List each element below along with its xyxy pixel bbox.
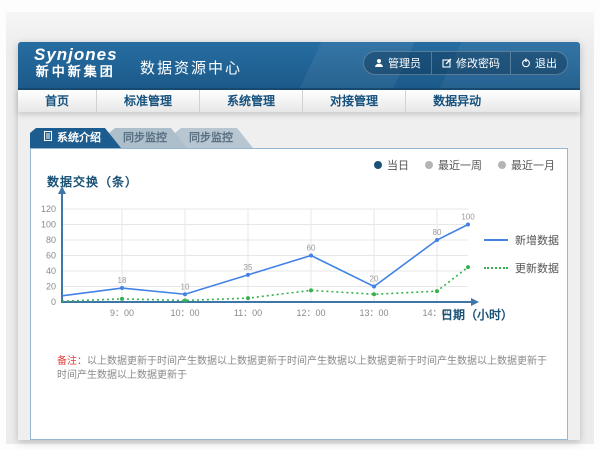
tab-bar: 系统介绍 同步监控 同步监控 <box>30 128 241 148</box>
radio-dot-icon <box>374 161 382 169</box>
dotted-line-icon <box>484 267 508 269</box>
user-menu-change-password[interactable]: 修改密码 <box>431 52 510 74</box>
legend-updated-data[interactable]: 更新数据 <box>484 260 559 276</box>
tab-system-intro-label: 系统介绍 <box>57 128 101 148</box>
radio-today-label: 当日 <box>387 157 409 173</box>
svg-text:10: 10 <box>181 282 190 291</box>
user-menu-admin[interactable]: 管理员 <box>364 52 431 74</box>
chart-legend: 新增数据 更新数据 <box>484 232 559 276</box>
svg-text:10：00: 10：00 <box>170 308 199 318</box>
radio-today[interactable]: 当日 <box>374 157 409 173</box>
logout-icon <box>521 58 531 68</box>
svg-text:12：00: 12：00 <box>296 308 325 318</box>
nav-item-standard-mgmt[interactable]: 标准管理 <box>97 90 200 112</box>
screenshot-stage: Synjones 新中新集团 数据资源中心 管理员 修改密码 <box>0 0 600 450</box>
page-title: 数据资源中心 <box>140 57 242 78</box>
tab-sync-monitor-1-label: 同步监控 <box>123 128 167 148</box>
main-nav: 首页 标准管理 系统管理 对接管理 数据异动 <box>18 88 580 112</box>
svg-text:20: 20 <box>370 275 379 284</box>
radio-last-month-label: 最近一月 <box>511 157 555 173</box>
footnote-text: 以上数据更新于时间产生数据以上数据更新于时间产生数据以上数据更新于时间产生数据以… <box>57 356 547 381</box>
radio-dot-icon <box>498 161 506 169</box>
svg-text:60: 60 <box>307 244 316 253</box>
svg-text:120: 120 <box>41 204 56 214</box>
svg-text:20: 20 <box>46 282 56 292</box>
radio-last-week[interactable]: 最近一周 <box>425 157 482 173</box>
svg-text:40: 40 <box>46 266 56 276</box>
legend-updated-data-label: 更新数据 <box>515 260 559 276</box>
nav-item-home[interactable]: 首页 <box>18 90 97 112</box>
tab-sync-monitor-1[interactable]: 同步监控 <box>109 128 187 148</box>
svg-text:35: 35 <box>244 263 253 272</box>
app-header: Synjones 新中新集团 数据资源中心 管理员 修改密码 <box>18 42 580 88</box>
user-menu-logout-label: 退出 <box>535 55 557 71</box>
svg-text:11：00: 11：00 <box>234 308 262 318</box>
content-panel: 当日 最近一周 最近一月 数据交换（条） 9：0010：0011：0012：00… <box>30 148 568 440</box>
svg-text:9：00: 9：00 <box>110 308 134 318</box>
line-chart: 9：0010：0011：0012：0013：0014：0002040608010… <box>32 185 492 325</box>
radio-dot-icon <box>425 161 433 169</box>
nav-item-system-mgmt[interactable]: 系统管理 <box>200 90 303 112</box>
svg-text:100: 100 <box>41 220 56 230</box>
app-window: Synjones 新中新集团 数据资源中心 管理员 修改密码 <box>18 42 580 440</box>
radio-last-week-label: 最近一周 <box>438 157 482 173</box>
company-logo: Synjones 新中新集团 <box>34 46 118 79</box>
user-menu-change-password-label: 修改密码 <box>456 55 500 71</box>
time-range-filter: 当日 最近一周 最近一月 <box>374 157 555 173</box>
user-menu: 管理员 修改密码 退出 <box>363 51 568 75</box>
tab-sync-monitor-2-label: 同步监控 <box>189 128 233 148</box>
svg-text:80: 80 <box>433 228 442 237</box>
solid-line-icon <box>484 239 508 241</box>
edit-icon <box>442 58 452 68</box>
tab-system-intro[interactable]: 系统介绍 <box>30 128 121 148</box>
logo-text-cn: 新中新集团 <box>34 65 118 79</box>
user-icon <box>374 58 384 68</box>
svg-text:0: 0 <box>51 297 56 307</box>
svg-text:100: 100 <box>461 213 475 222</box>
svg-text:13：00: 13：00 <box>359 308 388 318</box>
footnote: 备注：以上数据更新于时间产生数据以上数据更新于时间产生数据以上数据更新于时间产生… <box>57 355 547 383</box>
nav-item-interface-mgmt[interactable]: 对接管理 <box>303 90 406 112</box>
radio-last-month[interactable]: 最近一月 <box>498 157 555 173</box>
nav-item-data-change[interactable]: 数据异动 <box>406 90 508 112</box>
footnote-label: 备注： <box>57 356 87 367</box>
svg-text:80: 80 <box>46 235 56 245</box>
legend-new-data[interactable]: 新增数据 <box>484 232 559 248</box>
legend-new-data-label: 新增数据 <box>515 232 559 248</box>
tab-sync-monitor-2[interactable]: 同步监控 <box>175 128 253 148</box>
document-icon <box>44 128 52 148</box>
svg-text:60: 60 <box>46 251 56 261</box>
user-menu-admin-label: 管理员 <box>388 55 421 71</box>
logo-text-en: Synjones <box>34 46 118 65</box>
x-axis-title: 日期（小时） <box>441 306 513 323</box>
user-menu-logout[interactable]: 退出 <box>510 52 567 74</box>
svg-text:18: 18 <box>118 276 127 285</box>
